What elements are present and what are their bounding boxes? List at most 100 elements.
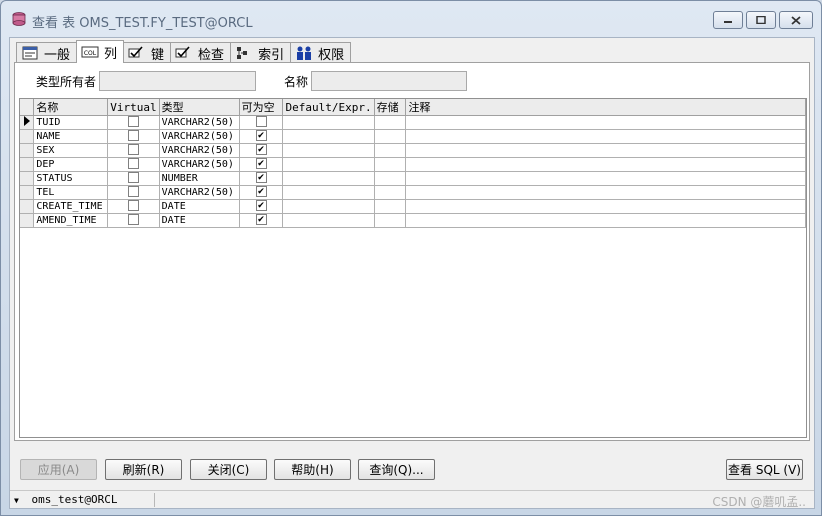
virtual-checkbox[interactable] xyxy=(127,115,139,127)
cell-nullable[interactable] xyxy=(239,199,284,214)
table-row[interactable]: TUID VARCHAR2(50) xyxy=(20,115,806,130)
cell-comment[interactable] xyxy=(405,199,806,214)
type-owner-field[interactable] xyxy=(99,71,256,91)
tab-privileges[interactable]: 权限 xyxy=(290,42,352,63)
cell-virtual[interactable] xyxy=(107,171,160,186)
row-indicator[interactable] xyxy=(20,171,35,186)
close-window-button[interactable] xyxy=(779,11,813,29)
help-button[interactable]: 帮助(H) xyxy=(274,459,351,480)
row-indicator[interactable] xyxy=(20,115,35,130)
cell-storage[interactable] xyxy=(374,213,407,228)
cell-nullable[interactable] xyxy=(239,213,284,228)
cell-storage[interactable] xyxy=(374,199,407,214)
cell-storage[interactable] xyxy=(374,115,407,130)
header-default[interactable]: Default/Expr. xyxy=(282,99,375,116)
header-comment[interactable]: 注释 xyxy=(405,99,806,116)
cell-virtual[interactable] xyxy=(107,199,160,214)
cell-comment[interactable] xyxy=(405,115,806,130)
header-storage[interactable]: 存储 xyxy=(374,99,407,116)
nullable-checkbox[interactable] xyxy=(255,171,267,183)
cell-nullable[interactable] xyxy=(239,157,284,172)
tab-check[interactable]: 检查 xyxy=(170,42,232,63)
tab-keys[interactable]: 键 xyxy=(123,42,172,63)
cell-comment[interactable] xyxy=(405,129,806,144)
connection-selector[interactable]: ▼ oms_test@ORCL xyxy=(14,493,155,507)
cell-virtual[interactable] xyxy=(107,143,160,158)
nullable-checkbox[interactable] xyxy=(255,143,267,155)
header-virtual[interactable]: Virtual xyxy=(107,99,160,116)
table-row[interactable]: DEP VARCHAR2(50) xyxy=(20,157,806,172)
table-row[interactable]: CREATE_TIME DATE xyxy=(20,199,806,214)
virtual-checkbox[interactable] xyxy=(127,171,139,183)
maximize-button[interactable] xyxy=(746,11,776,29)
virtual-checkbox[interactable] xyxy=(127,143,139,155)
row-indicator[interactable] xyxy=(20,129,35,144)
refresh-button[interactable]: 刷新(R) xyxy=(105,459,182,480)
nullable-checkbox[interactable] xyxy=(255,199,267,211)
header-type[interactable]: 类型 xyxy=(159,99,240,116)
cell-virtual[interactable] xyxy=(107,157,160,172)
cell-name[interactable]: NAME xyxy=(33,129,109,144)
cell-name[interactable]: STATUS xyxy=(33,171,109,186)
cell-default[interactable] xyxy=(282,129,375,144)
cell-virtual[interactable] xyxy=(107,185,160,200)
cell-default[interactable] xyxy=(282,171,375,186)
virtual-checkbox[interactable] xyxy=(127,129,139,141)
virtual-checkbox[interactable] xyxy=(127,185,139,197)
nullable-checkbox[interactable] xyxy=(255,115,267,127)
row-indicator[interactable] xyxy=(20,185,35,200)
cell-type[interactable]: NUMBER xyxy=(159,171,240,186)
cell-type[interactable]: VARCHAR2(50) xyxy=(159,185,240,200)
table-row[interactable]: AMEND_TIME DATE xyxy=(20,213,806,228)
cell-type[interactable]: VARCHAR2(50) xyxy=(159,143,240,158)
cell-default[interactable] xyxy=(282,115,375,130)
row-indicator[interactable] xyxy=(20,157,35,172)
close-button[interactable]: 关闭(C) xyxy=(190,459,267,480)
cell-default[interactable] xyxy=(282,213,375,228)
query-button[interactable]: 查询(Q)... xyxy=(358,459,435,480)
cell-comment[interactable] xyxy=(405,185,806,200)
virtual-checkbox[interactable] xyxy=(127,199,139,211)
cell-default[interactable] xyxy=(282,143,375,158)
cell-name[interactable]: DEP xyxy=(33,157,109,172)
row-indicator[interactable] xyxy=(20,143,35,158)
cell-comment[interactable] xyxy=(405,157,806,172)
cell-virtual[interactable] xyxy=(107,129,160,144)
cell-storage[interactable] xyxy=(374,143,407,158)
header-name[interactable]: 名称 xyxy=(33,99,109,116)
cell-name[interactable]: TUID xyxy=(33,115,109,130)
cell-type[interactable]: VARCHAR2(50) xyxy=(159,157,240,172)
cell-name[interactable]: SEX xyxy=(33,143,109,158)
virtual-checkbox[interactable] xyxy=(127,157,139,169)
row-indicator[interactable] xyxy=(20,199,35,214)
cell-name[interactable]: AMEND_TIME xyxy=(33,213,109,228)
cell-default[interactable] xyxy=(282,199,375,214)
view-sql-button[interactable]: 查看 SQL (V) xyxy=(726,459,803,480)
nullable-checkbox[interactable] xyxy=(255,129,267,141)
minimize-button[interactable] xyxy=(713,11,743,29)
cell-virtual[interactable] xyxy=(107,115,160,130)
cell-comment[interactable] xyxy=(405,171,806,186)
table-row[interactable]: TEL VARCHAR2(50) xyxy=(20,185,806,200)
tab-general[interactable]: 一般 xyxy=(16,42,78,63)
apply-button[interactable]: 应用(A) xyxy=(20,459,97,480)
cell-storage[interactable] xyxy=(374,171,407,186)
cell-default[interactable] xyxy=(282,185,375,200)
tab-columns[interactable]: COL 列 xyxy=(76,40,125,63)
table-row[interactable]: STATUS NUMBER xyxy=(20,171,806,186)
cell-storage[interactable] xyxy=(374,129,407,144)
table-row[interactable]: SEX VARCHAR2(50) xyxy=(20,143,806,158)
virtual-checkbox[interactable] xyxy=(127,213,139,225)
cell-type[interactable]: VARCHAR2(50) xyxy=(159,129,240,144)
cell-comment[interactable] xyxy=(405,213,806,228)
cell-type[interactable]: DATE xyxy=(159,199,240,214)
cell-type[interactable]: DATE xyxy=(159,213,240,228)
table-row[interactable]: NAME VARCHAR2(50) xyxy=(20,129,806,144)
tab-index[interactable]: 索引 xyxy=(230,42,292,63)
cell-type[interactable]: VARCHAR2(50) xyxy=(159,115,240,130)
cell-storage[interactable] xyxy=(374,157,407,172)
cell-storage[interactable] xyxy=(374,185,407,200)
nullable-checkbox[interactable] xyxy=(255,213,267,225)
cell-comment[interactable] xyxy=(405,143,806,158)
cell-default[interactable] xyxy=(282,157,375,172)
